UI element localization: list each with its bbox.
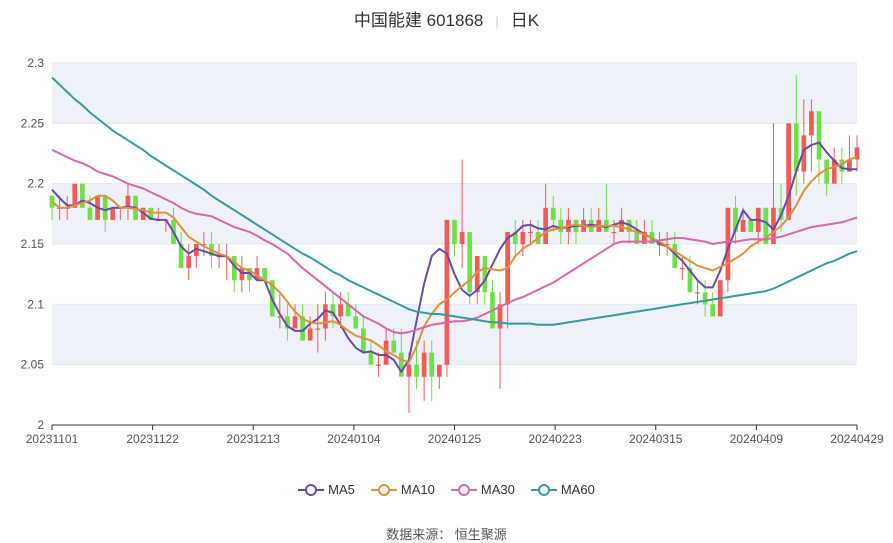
x-tick-label: 20240125 (428, 432, 482, 446)
candle-body (421, 352, 427, 377)
candle-body (406, 364, 412, 377)
ma5-legend-icon (298, 483, 325, 496)
candle-body (429, 352, 435, 377)
x-tick-label: 20231213 (227, 432, 281, 446)
candle-body (315, 328, 321, 330)
candle-body (679, 268, 685, 270)
grid-band (52, 304, 857, 365)
legend-item-ma60[interactable]: MA60 (530, 482, 595, 497)
candle-body (110, 207, 116, 220)
x-tick-label: 20240104 (327, 432, 381, 446)
candle-body (558, 219, 564, 232)
x-tick-label: 20240409 (730, 432, 784, 446)
candle-body (748, 219, 754, 232)
candle-body (520, 231, 526, 244)
candle-body (702, 292, 708, 305)
data-source: 数据来源： 恒生聚源 (386, 527, 507, 542)
legend-label-ma10: MA10 (400, 482, 435, 497)
candle-body (376, 364, 381, 366)
legend-item-ma5[interactable]: MA5 (298, 482, 355, 497)
y-tick-label: 2.05 (21, 358, 45, 372)
candle-body (361, 328, 366, 353)
candle-body (452, 219, 457, 244)
candle-body (444, 219, 450, 365)
x-tick-label: 20231122 (126, 432, 179, 446)
candle-body (459, 231, 465, 244)
candle-body (323, 304, 328, 329)
legend: MA5 MA10 MA30 MA60 (0, 482, 893, 497)
candle-body (436, 364, 442, 377)
ma60-legend-icon (530, 483, 557, 496)
ma30-legend-icon (450, 483, 477, 496)
candle-body (368, 352, 374, 365)
ma10-legend-icon (370, 483, 397, 496)
y-tick-label: 2.25 (21, 116, 45, 130)
candle-body (611, 231, 617, 234)
y-tick-label: 2.2 (27, 177, 44, 191)
candle-body (786, 123, 792, 220)
y-tick-label: 2 (37, 418, 44, 432)
candle-body (809, 111, 814, 136)
x-tick-label: 20231101 (26, 432, 79, 446)
candle-body (353, 316, 359, 329)
x-tick-label: 20240223 (528, 432, 582, 446)
candle-body (816, 111, 822, 160)
candle-body (239, 268, 245, 281)
candle-body (528, 231, 533, 234)
candle-body (186, 256, 192, 269)
legend-item-ma30[interactable]: MA30 (450, 482, 515, 497)
candle-body (740, 219, 746, 232)
candle-body (102, 195, 108, 220)
legend-label-ma60: MA60 (560, 482, 595, 497)
legend-item-ma10[interactable]: MA10 (370, 482, 435, 497)
candle-body (824, 159, 829, 184)
grid-band (52, 63, 857, 124)
candle-body (391, 340, 397, 353)
x-tick-label: 20240429 (830, 432, 884, 446)
x-tick-label: 20240315 (629, 432, 683, 446)
candle-body (482, 256, 488, 293)
candle-body (543, 207, 548, 244)
legend-label-ma30: MA30 (480, 482, 515, 497)
legend-label-ma5: MA5 (328, 482, 355, 497)
candle-body (49, 195, 55, 208)
kline-chart: 2 2.05 2.1 2.15 2.2 2.25 2.3 20231101 20231122 20… (21, 56, 884, 446)
y-tick-label: 2.1 (27, 297, 44, 311)
candle-body (414, 364, 419, 377)
candle-body (338, 304, 343, 317)
candle-body (550, 207, 556, 220)
candle-body (292, 316, 298, 329)
y-tick-label: 2.3 (27, 56, 44, 70)
candle-body (307, 328, 313, 341)
candle-body (695, 292, 700, 294)
candle-body (87, 207, 93, 220)
candle-body (398, 352, 404, 377)
candle-body (467, 231, 473, 293)
y-tick-label: 2.15 (21, 237, 45, 251)
candle-body (710, 304, 716, 317)
